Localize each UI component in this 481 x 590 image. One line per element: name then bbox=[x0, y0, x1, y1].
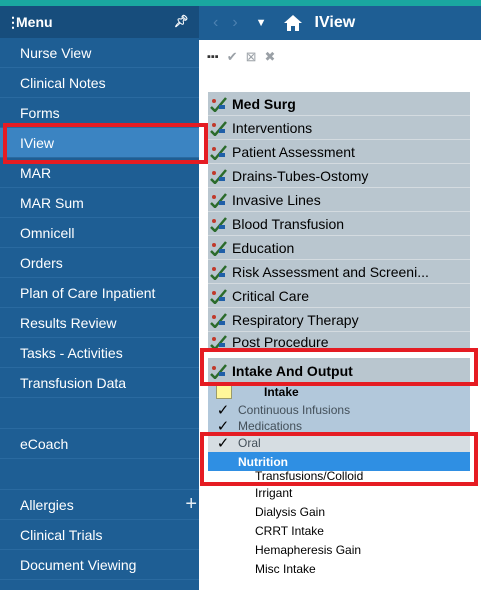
menu-title: Menu bbox=[16, 14, 53, 30]
menu-grip-icon: ⋮ bbox=[6, 14, 20, 30]
nav-item-mar[interactable]: MAR bbox=[0, 158, 199, 188]
band-category-label: Interventions bbox=[232, 119, 313, 136]
nav-item-document-viewing[interactable]: Document Viewing bbox=[0, 550, 199, 580]
section-oral[interactable]: ✓ Oral bbox=[208, 433, 470, 452]
band-icon bbox=[208, 287, 230, 305]
band-category-label: Education bbox=[232, 239, 295, 256]
nav-spacer bbox=[0, 459, 199, 490]
band-category-label: Patient Assessment bbox=[232, 143, 355, 160]
nav-spacer bbox=[0, 398, 199, 429]
band-icon bbox=[208, 362, 230, 380]
clear-icon[interactable]: ⊠ bbox=[246, 49, 257, 65]
band-category[interactable]: Interventions bbox=[208, 116, 470, 140]
intake-section-item[interactable]: Hemapheresis Gain bbox=[199, 540, 470, 559]
back-arrow-icon[interactable]: ‹ bbox=[213, 14, 218, 32]
nav-item-form-uif[interactable]: Form... UIF bbox=[0, 580, 199, 590]
nav-item-mar-sum[interactable]: MAR Sum bbox=[0, 188, 199, 218]
band-category-label: Med Surg bbox=[232, 95, 296, 112]
band-category[interactable]: Blood Transfusion bbox=[208, 212, 470, 236]
band-icon bbox=[208, 143, 230, 161]
section-label: Medications bbox=[238, 419, 303, 433]
section-label: Oral bbox=[238, 435, 261, 450]
band-icon bbox=[208, 95, 230, 113]
page-title: IView bbox=[314, 14, 356, 31]
home-icon[interactable] bbox=[283, 14, 303, 32]
intake-section-item[interactable]: CRRT Intake bbox=[199, 521, 470, 540]
nav-item-label: Allergies bbox=[20, 496, 74, 513]
section-medications[interactable]: ✓ Medications bbox=[208, 419, 470, 433]
folder-icon bbox=[216, 385, 232, 399]
intake-header[interactable]: Intake bbox=[208, 384, 470, 400]
band-category-label: Critical Care bbox=[232, 287, 310, 304]
nav-item-nurse-view[interactable]: Nurse View bbox=[0, 38, 199, 68]
band-icon bbox=[208, 119, 230, 137]
band-icon bbox=[208, 333, 230, 351]
band-category[interactable]: Med Surg bbox=[208, 92, 470, 116]
band-category-label: Risk Assessment and Screeni... bbox=[232, 263, 429, 280]
intake-section-item[interactable]: Misc Intake bbox=[199, 559, 470, 578]
nav-item-ecoach[interactable]: eCoach bbox=[0, 429, 199, 459]
intake-section-item[interactable]: Irrigant bbox=[199, 483, 470, 502]
band-category-label: Post Procedure bbox=[232, 333, 329, 350]
menu-header: ⋮ Menu 📌︎ bbox=[0, 6, 199, 38]
nav-item-omnicell[interactable]: Omnicell bbox=[0, 218, 199, 248]
band-category[interactable]: Education bbox=[208, 236, 470, 260]
section-nutrition[interactable]: Nutrition bbox=[208, 452, 470, 471]
section-continuous-infusions[interactable]: ✓ Continuous Infusions bbox=[208, 400, 470, 419]
forward-arrow-icon[interactable]: › bbox=[232, 14, 237, 32]
sign-check-icon[interactable]: ✔ bbox=[227, 49, 238, 65]
band-category-label: Blood Transfusion bbox=[232, 215, 345, 232]
nav-item-orders[interactable]: Orders bbox=[0, 248, 199, 278]
top-toolbar: ‹ › ▼ IView bbox=[199, 6, 481, 40]
band-category-label: Respiratory Therapy bbox=[232, 311, 359, 328]
section-label: Nutrition bbox=[238, 454, 288, 469]
intake-header-label: Intake bbox=[264, 385, 299, 399]
band-icon bbox=[208, 263, 230, 281]
plain-section-list: Transfusions/Colloid Irrigant Dialysis Gai… bbox=[199, 471, 470, 578]
history-dropdown-icon[interactable]: ▼ bbox=[256, 17, 267, 29]
band-category[interactable]: Invasive Lines bbox=[208, 188, 470, 212]
nav-item-tasks-activities[interactable]: Tasks - Activities bbox=[0, 338, 199, 368]
band-category[interactable]: Drains-Tubes-Ostomy bbox=[208, 164, 470, 188]
band-category[interactable]: Patient Assessment bbox=[208, 140, 470, 164]
iview-content: ▪▪▪ ✔ ⊠ ✖ Med Surg Interventions Patient A… bbox=[199, 40, 481, 590]
band-category-label: Drains-Tubes-Ostomy bbox=[232, 167, 369, 184]
check-icon: ✓ bbox=[216, 401, 230, 419]
band-icon bbox=[208, 311, 230, 329]
nav-item-results-review[interactable]: Results Review bbox=[0, 308, 199, 338]
check-icon: ✓ bbox=[216, 419, 230, 433]
band-tree: Med Surg Interventions Patient Assessment D… bbox=[199, 92, 470, 578]
group-icon[interactable]: ▪▪▪ bbox=[207, 51, 219, 63]
band-icon bbox=[208, 167, 230, 185]
sidebar-menu: ⋮ Menu 📌︎ Nurse View Clinical Notes Form… bbox=[0, 6, 199, 590]
check-icon: ✓ bbox=[216, 434, 230, 452]
nav-item-plan-of-care[interactable]: Plan of Care Inpatient bbox=[0, 278, 199, 308]
nav-item-forms[interactable]: Forms bbox=[0, 98, 199, 128]
cancel-icon[interactable]: ✖ bbox=[265, 49, 276, 65]
band-category[interactable]: Risk Assessment and Screeni... bbox=[208, 260, 470, 284]
add-icon[interactable]: + bbox=[185, 494, 197, 514]
band-icon bbox=[208, 191, 230, 209]
nav-item-clinical-trials[interactable]: Clinical Trials bbox=[0, 520, 199, 550]
intake-section-item[interactable]: Transfusions/Colloid bbox=[199, 471, 470, 483]
intake-section-item[interactable]: Dialysis Gain bbox=[199, 502, 470, 521]
nav-item-allergies[interactable]: Allergies + bbox=[0, 490, 199, 520]
pin-icon[interactable]: 📌︎ bbox=[174, 14, 189, 28]
band-icon bbox=[208, 215, 230, 233]
nav-item-clinical-notes[interactable]: Clinical Notes bbox=[0, 68, 199, 98]
band-icon bbox=[208, 239, 230, 257]
band-category[interactable]: Respiratory Therapy bbox=[208, 308, 470, 332]
nav-item-transfusion-data[interactable]: Transfusion Data bbox=[0, 368, 199, 398]
iview-toolbar: ▪▪▪ ✔ ⊠ ✖ bbox=[207, 48, 275, 66]
nav-item-iview[interactable]: IView bbox=[0, 128, 199, 158]
band-category[interactable]: Intake And Output bbox=[208, 358, 470, 384]
category-list: Med Surg Interventions Patient Assessment D… bbox=[208, 92, 470, 384]
band-category[interactable]: Critical Care bbox=[208, 284, 470, 308]
band-category[interactable]: Post Procedure bbox=[208, 332, 470, 352]
band-category-label: Invasive Lines bbox=[232, 191, 321, 208]
section-label: Continuous Infusions bbox=[238, 402, 351, 417]
band-category-label: Intake And Output bbox=[232, 362, 353, 379]
intake-section: Intake ✓ Continuous Infusions ✓ Medicati… bbox=[208, 384, 470, 471]
